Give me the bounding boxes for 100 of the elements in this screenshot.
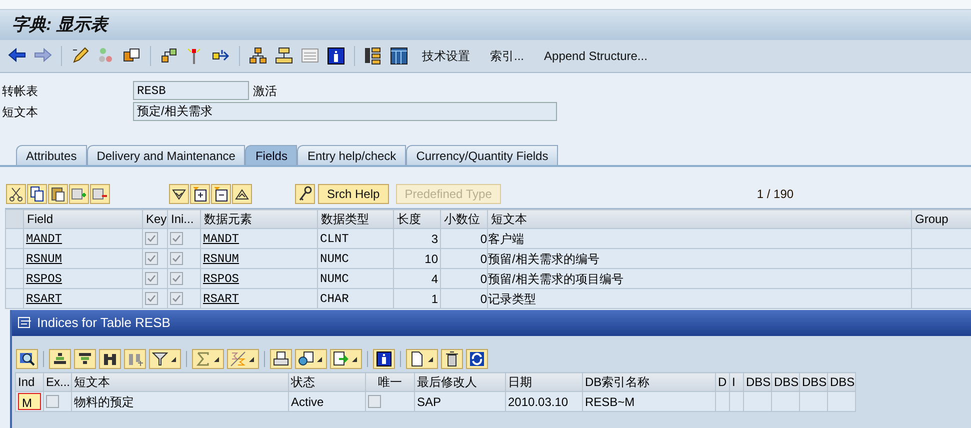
inverted-pyramid-icon [77, 351, 93, 367]
checkbox[interactable] [170, 252, 183, 265]
minus-box-icon [213, 186, 229, 202]
cut-button[interactable] [6, 184, 26, 204]
hierarchy-icon[interactable] [249, 47, 267, 65]
column-header: 长度 [394, 210, 440, 228]
key-button[interactable] [295, 184, 315, 204]
column-header: 小数位 [440, 210, 488, 228]
details-button[interactable] [16, 349, 38, 369]
info-button[interactable] [373, 349, 395, 369]
table-cell: 记录类型 [488, 292, 536, 306]
insert-row-button[interactable] [69, 184, 89, 204]
toolbar-button[interactable]: Append Structure... [536, 45, 656, 67]
column-header: Key [142, 210, 168, 228]
copy-button[interactable] [27, 184, 47, 204]
column-header: Ind [16, 372, 44, 392]
dropdown-caret-icon [317, 356, 322, 362]
checkbox[interactable] [145, 252, 158, 265]
stack-icon[interactable] [275, 47, 293, 65]
table-cell: NUMC [320, 252, 349, 266]
scissors-icon [8, 186, 24, 202]
subtotal-icon [230, 351, 246, 367]
info-icon [376, 351, 392, 367]
checkbox[interactable] [145, 272, 158, 285]
table-cell: Active [291, 394, 324, 408]
back-arrow-icon[interactable] [8, 47, 26, 65]
sigma-icon [195, 351, 211, 367]
delete-row-button[interactable] [90, 184, 110, 204]
checkbox[interactable] [368, 395, 381, 408]
column-header: DB索引名称 [582, 372, 716, 392]
table-cell: 0 [480, 292, 487, 306]
up-button[interactable] [232, 184, 252, 204]
checkbox[interactable] [145, 292, 158, 305]
delete-button[interactable] [441, 349, 463, 369]
column-header: DBS [828, 372, 856, 392]
checkbox[interactable] [46, 395, 59, 408]
info-icon[interactable] [327, 47, 345, 65]
subtotal-button[interactable] [227, 349, 259, 369]
paste-button[interactable] [48, 184, 68, 204]
pencil-icon[interactable] [71, 47, 89, 65]
filter-button[interactable] [149, 349, 181, 369]
input-field[interactable]: 预定/相关需求 [133, 102, 557, 121]
minus-button[interactable] [211, 184, 231, 204]
tab[interactable]: Delivery and Maintenance [86, 145, 246, 165]
dropdown-caret-icon [428, 356, 433, 362]
key-icon [297, 186, 313, 202]
table-cell: 1 [431, 292, 438, 306]
toolbar-button[interactable]: Srch Help [318, 184, 389, 204]
dropdown-caret-icon [214, 356, 219, 362]
index-cell[interactable]: M [18, 393, 41, 410]
column-header: 唯一 [366, 372, 414, 392]
tab[interactable]: Attributes [16, 145, 87, 165]
grid-icon[interactable] [390, 47, 408, 65]
magnifier-icon [19, 351, 35, 367]
column-header: DBS [800, 372, 828, 392]
forward-arrow-icon[interactable] [34, 47, 52, 65]
checkbox[interactable] [170, 232, 183, 245]
checkbox[interactable] [170, 292, 183, 305]
column-header: Field [24, 210, 142, 228]
toolbar-button[interactable]: 技术设置 [414, 45, 478, 67]
column-header: Ex... [44, 372, 72, 392]
field-label: 短文本 [1, 104, 39, 120]
find-button[interactable] [99, 349, 121, 369]
sum-button[interactable] [192, 349, 224, 369]
input-field[interactable]: RESB [133, 81, 249, 100]
sort-descending-button[interactable] [74, 349, 96, 369]
branch-icon[interactable] [160, 47, 178, 65]
table-cell: 预留/相关需求的编号 [488, 252, 600, 266]
structure-icon[interactable] [364, 47, 382, 65]
table-cell: 物料的预定 [74, 394, 134, 408]
toolbar-button[interactable]: 索引... [482, 45, 532, 67]
tab[interactable]: Fields [245, 145, 298, 165]
tab[interactable]: Entry help/check [297, 145, 406, 165]
tab[interactable]: Currency/Quantity Fields [406, 145, 558, 165]
sort-ascending-button[interactable] [49, 349, 71, 369]
views-button[interactable] [295, 349, 327, 369]
expand-button[interactable] [190, 184, 210, 204]
column-header: DBS [772, 372, 800, 392]
table-cell: CLNT [320, 232, 349, 246]
funnel-icon [152, 351, 168, 367]
column-header: Ini... [168, 210, 200, 228]
table-cell: 0 [480, 232, 487, 246]
collapse-button[interactable] [169, 184, 189, 204]
trash-icon [444, 351, 460, 367]
dialog-icon [18, 317, 32, 329]
dropdown-caret-icon [249, 356, 254, 362]
table-cell: SAP [417, 394, 442, 408]
refresh-icon [469, 351, 485, 367]
dialog-title: Indices for Table RESB [37, 314, 170, 332]
checkbox[interactable] [170, 272, 183, 285]
table-cell: 10 [424, 252, 438, 266]
refresh-button[interactable] [466, 349, 488, 369]
checkbox[interactable] [145, 232, 158, 245]
table-cell: 0 [480, 252, 487, 266]
print-button[interactable] [270, 349, 292, 369]
column-header: 状态 [288, 372, 366, 392]
export-button[interactable] [330, 349, 362, 369]
column-header: DBS [744, 372, 772, 392]
page-counter: 1 / 190 [756, 186, 794, 203]
create-button[interactable] [406, 349, 438, 369]
